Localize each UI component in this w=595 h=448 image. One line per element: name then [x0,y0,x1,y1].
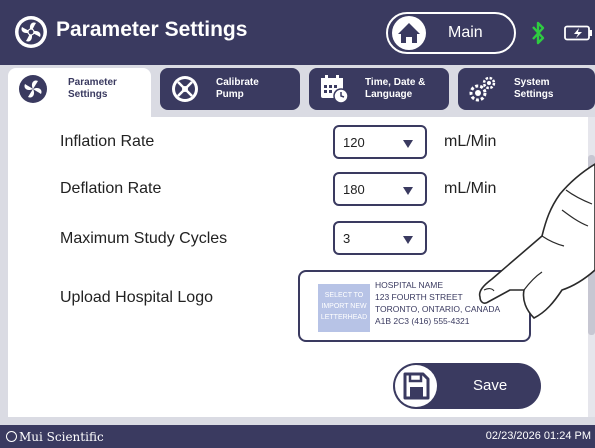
calibrate-icon [172,76,198,102]
tab-system-settings[interactable]: System Settings [458,68,595,110]
parameter-settings-screen: Parameter Settings Main Parameter Settin… [0,0,595,448]
pointing-hand-icon [478,163,595,319]
inflation-rate-unit: mL/Min [444,133,497,150]
tab-label: Time, Date & Language [365,77,426,100]
deflation-rate-select[interactable]: 180 [333,172,427,206]
home-icon [392,16,426,50]
tab-time-date-language[interactable]: Time, Date & Language [309,68,449,110]
main-button-label: Main [448,24,483,41]
tab-label: Calibrate Pump [216,77,259,100]
brand-logo: Mui Scientific [6,430,104,444]
upload-logo-label: Upload Hospital Logo [60,289,213,306]
max-study-cycles-select[interactable]: 3 [333,221,427,255]
save-button-label: Save [473,377,508,394]
gears-icon [469,76,496,102]
max-study-cycles-value: 3 [343,231,351,246]
deflation-rate-label: Deflation Rate [60,180,162,197]
chevron-down-icon [403,140,413,148]
inflation-rate-select[interactable]: 120 [333,125,427,159]
header-bar: Parameter Settings Main [0,0,595,65]
calendar-clock-icon [321,75,349,104]
chevron-down-icon [403,187,413,195]
page-title: Parameter Settings [56,18,248,41]
tab-label: System Settings [514,77,554,100]
deflation-rate-value: 180 [343,182,365,197]
battery-icon [564,25,592,41]
main-button[interactable]: Main [386,12,516,54]
save-button[interactable]: Save [393,363,541,409]
inflation-rate-label: Inflation Rate [60,133,155,150]
datetime-display: 02/23/2026 01:24 PM [485,430,591,442]
floppy-disk-icon [395,365,437,407]
settings-fan-icon [15,16,47,48]
tab-label: Parameter Settings [68,77,117,100]
settings-fan-icon [19,75,47,103]
bluetooth-icon [532,21,545,45]
footer-bar: Mui Scientific 02/23/2026 01:24 PM [0,425,595,448]
max-study-cycles-label: Maximum Study Cycles [60,230,228,247]
inflation-rate-value: 120 [343,135,365,150]
chevron-down-icon [403,236,413,244]
tab-parameter-settings[interactable]: Parameter Settings [8,68,151,120]
tab-calibrate-pump[interactable]: Calibrate Pump [160,68,300,110]
select-letterhead-button[interactable]: SELECT TO IMPORT NEW LETTERHEAD [318,284,370,332]
brand-mark-icon [6,431,17,442]
brand-name: Mui Scientific [19,430,104,444]
